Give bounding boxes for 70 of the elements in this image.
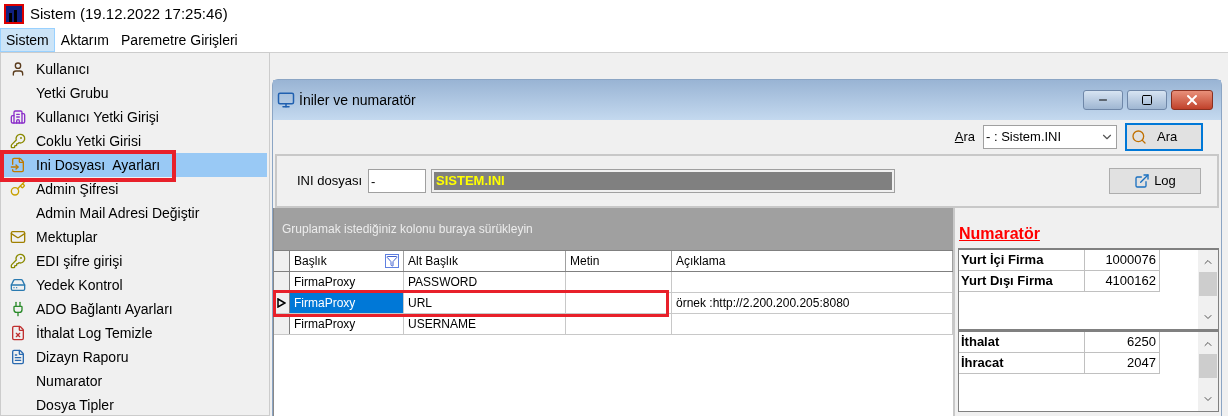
person-icon: [10, 61, 26, 77]
file-arrow-icon: [10, 157, 26, 173]
menu-item[interactable]: İthalat Log Temizle: [3, 321, 267, 345]
numerator-label: Yurt Dışı Firma: [959, 271, 1085, 291]
menu-item[interactable]: Coklu Yetki Girisi: [3, 129, 267, 153]
building-icon: [10, 109, 26, 125]
file-cross-icon: [10, 325, 26, 341]
scroll-thumb[interactable]: [1199, 272, 1217, 296]
search-button[interactable]: Ara: [1125, 123, 1203, 151]
envelope-icon: [10, 229, 26, 245]
key-icon: [10, 181, 26, 197]
menubar-item[interactable]: Paremetre Girişleri: [115, 28, 244, 52]
menu-item[interactable]: EDI şifre girişi: [3, 249, 267, 273]
table-cell: USERNAME: [404, 314, 566, 334]
numerator-value: 1000076: [1085, 250, 1160, 270]
table-cell: örnek :http://2.200.200.205:8080: [672, 293, 953, 313]
maximize-icon: [1141, 94, 1153, 106]
numerator-label: İhracat: [959, 353, 1085, 373]
numerator-value: 4100162: [1085, 271, 1160, 291]
log-button[interactable]: Log: [1109, 168, 1201, 194]
menu-item[interactable]: Kullanıcı: [3, 57, 267, 81]
row-pointer-icon: [277, 298, 286, 308]
menu-item[interactable]: Ini Dosyası Ayarları: [3, 153, 267, 177]
close-icon: [1184, 92, 1200, 108]
menu-item[interactable]: Admin Şifresi: [3, 177, 267, 201]
monitor-icon: [277, 91, 295, 109]
menubar-item[interactable]: Aktarım: [54, 28, 116, 52]
ini-label: INI dosyası: [297, 172, 363, 191]
group-by-hint: Gruplamak istediğiniz kolonu buraya sürükleyin: [282, 221, 533, 238]
maximize-button[interactable]: [1127, 90, 1167, 110]
search-icon: [1131, 129, 1147, 145]
child-window-title: İniler ve numaratör: [299, 90, 417, 110]
scrollbar[interactable]: [1198, 332, 1218, 411]
ini-code-field[interactable]: -: [368, 169, 427, 193]
menu-item[interactable]: Kullanıcı Yetki Girişi: [3, 105, 267, 129]
table-cell: PASSWORD: [404, 272, 566, 292]
numerator-value: 2047: [1085, 353, 1160, 373]
table-cell: URL: [404, 293, 566, 313]
menu-item[interactable]: Numarator: [3, 369, 267, 393]
menu-item[interactable]: Dosya Tipler: [3, 393, 267, 416]
search-dropdown[interactable]: - : Sistem.INI: [983, 125, 1117, 149]
ini-name-field[interactable]: SISTEM.INI: [432, 170, 895, 192]
drive-icon: [10, 277, 26, 293]
menubar-item[interactable]: Sistem: [0, 28, 55, 52]
numerator-label: İthalat: [959, 332, 1085, 352]
numerator-title: Numaratör: [958, 224, 1041, 244]
key-icon: [10, 253, 26, 269]
menu-item[interactable]: Yetki Grubu: [3, 81, 267, 105]
scroll-thumb[interactable]: [1199, 354, 1217, 378]
numerator-label: Yurt İçi Firma: [959, 250, 1085, 270]
menu-item[interactable]: Admin Mail Adresi Değiştir: [3, 201, 267, 225]
menu-item[interactable]: Yedek Kontrol: [3, 273, 267, 297]
table-cell: FirmaProxy: [290, 314, 404, 334]
menu-item[interactable]: Mektuplar: [3, 225, 267, 249]
scrollbar[interactable]: [1198, 250, 1218, 329]
key-icon: [10, 133, 26, 149]
table-row[interactable]: FirmaProxy USERNAME: [274, 314, 953, 335]
table-cell: FirmaProxy: [290, 272, 404, 292]
window-arrow-icon: [1134, 173, 1151, 189]
menu-item[interactable]: Dizayn Raporu: [3, 345, 267, 369]
menu-item[interactable]: ADO Bağlantı Ayarları: [3, 297, 267, 321]
numerator-value: 6250: [1085, 332, 1160, 352]
window-title: Sistem (19.12.2022 17:25:46): [30, 3, 228, 24]
document-icon: [10, 349, 26, 365]
search-label: Ara: [954, 128, 975, 147]
table-cell: FirmaProxy: [290, 293, 404, 313]
filter-icon[interactable]: [385, 254, 399, 268]
app-logo-icon: [4, 4, 24, 24]
close-button[interactable]: [1171, 90, 1213, 110]
plug-icon: [10, 301, 26, 317]
